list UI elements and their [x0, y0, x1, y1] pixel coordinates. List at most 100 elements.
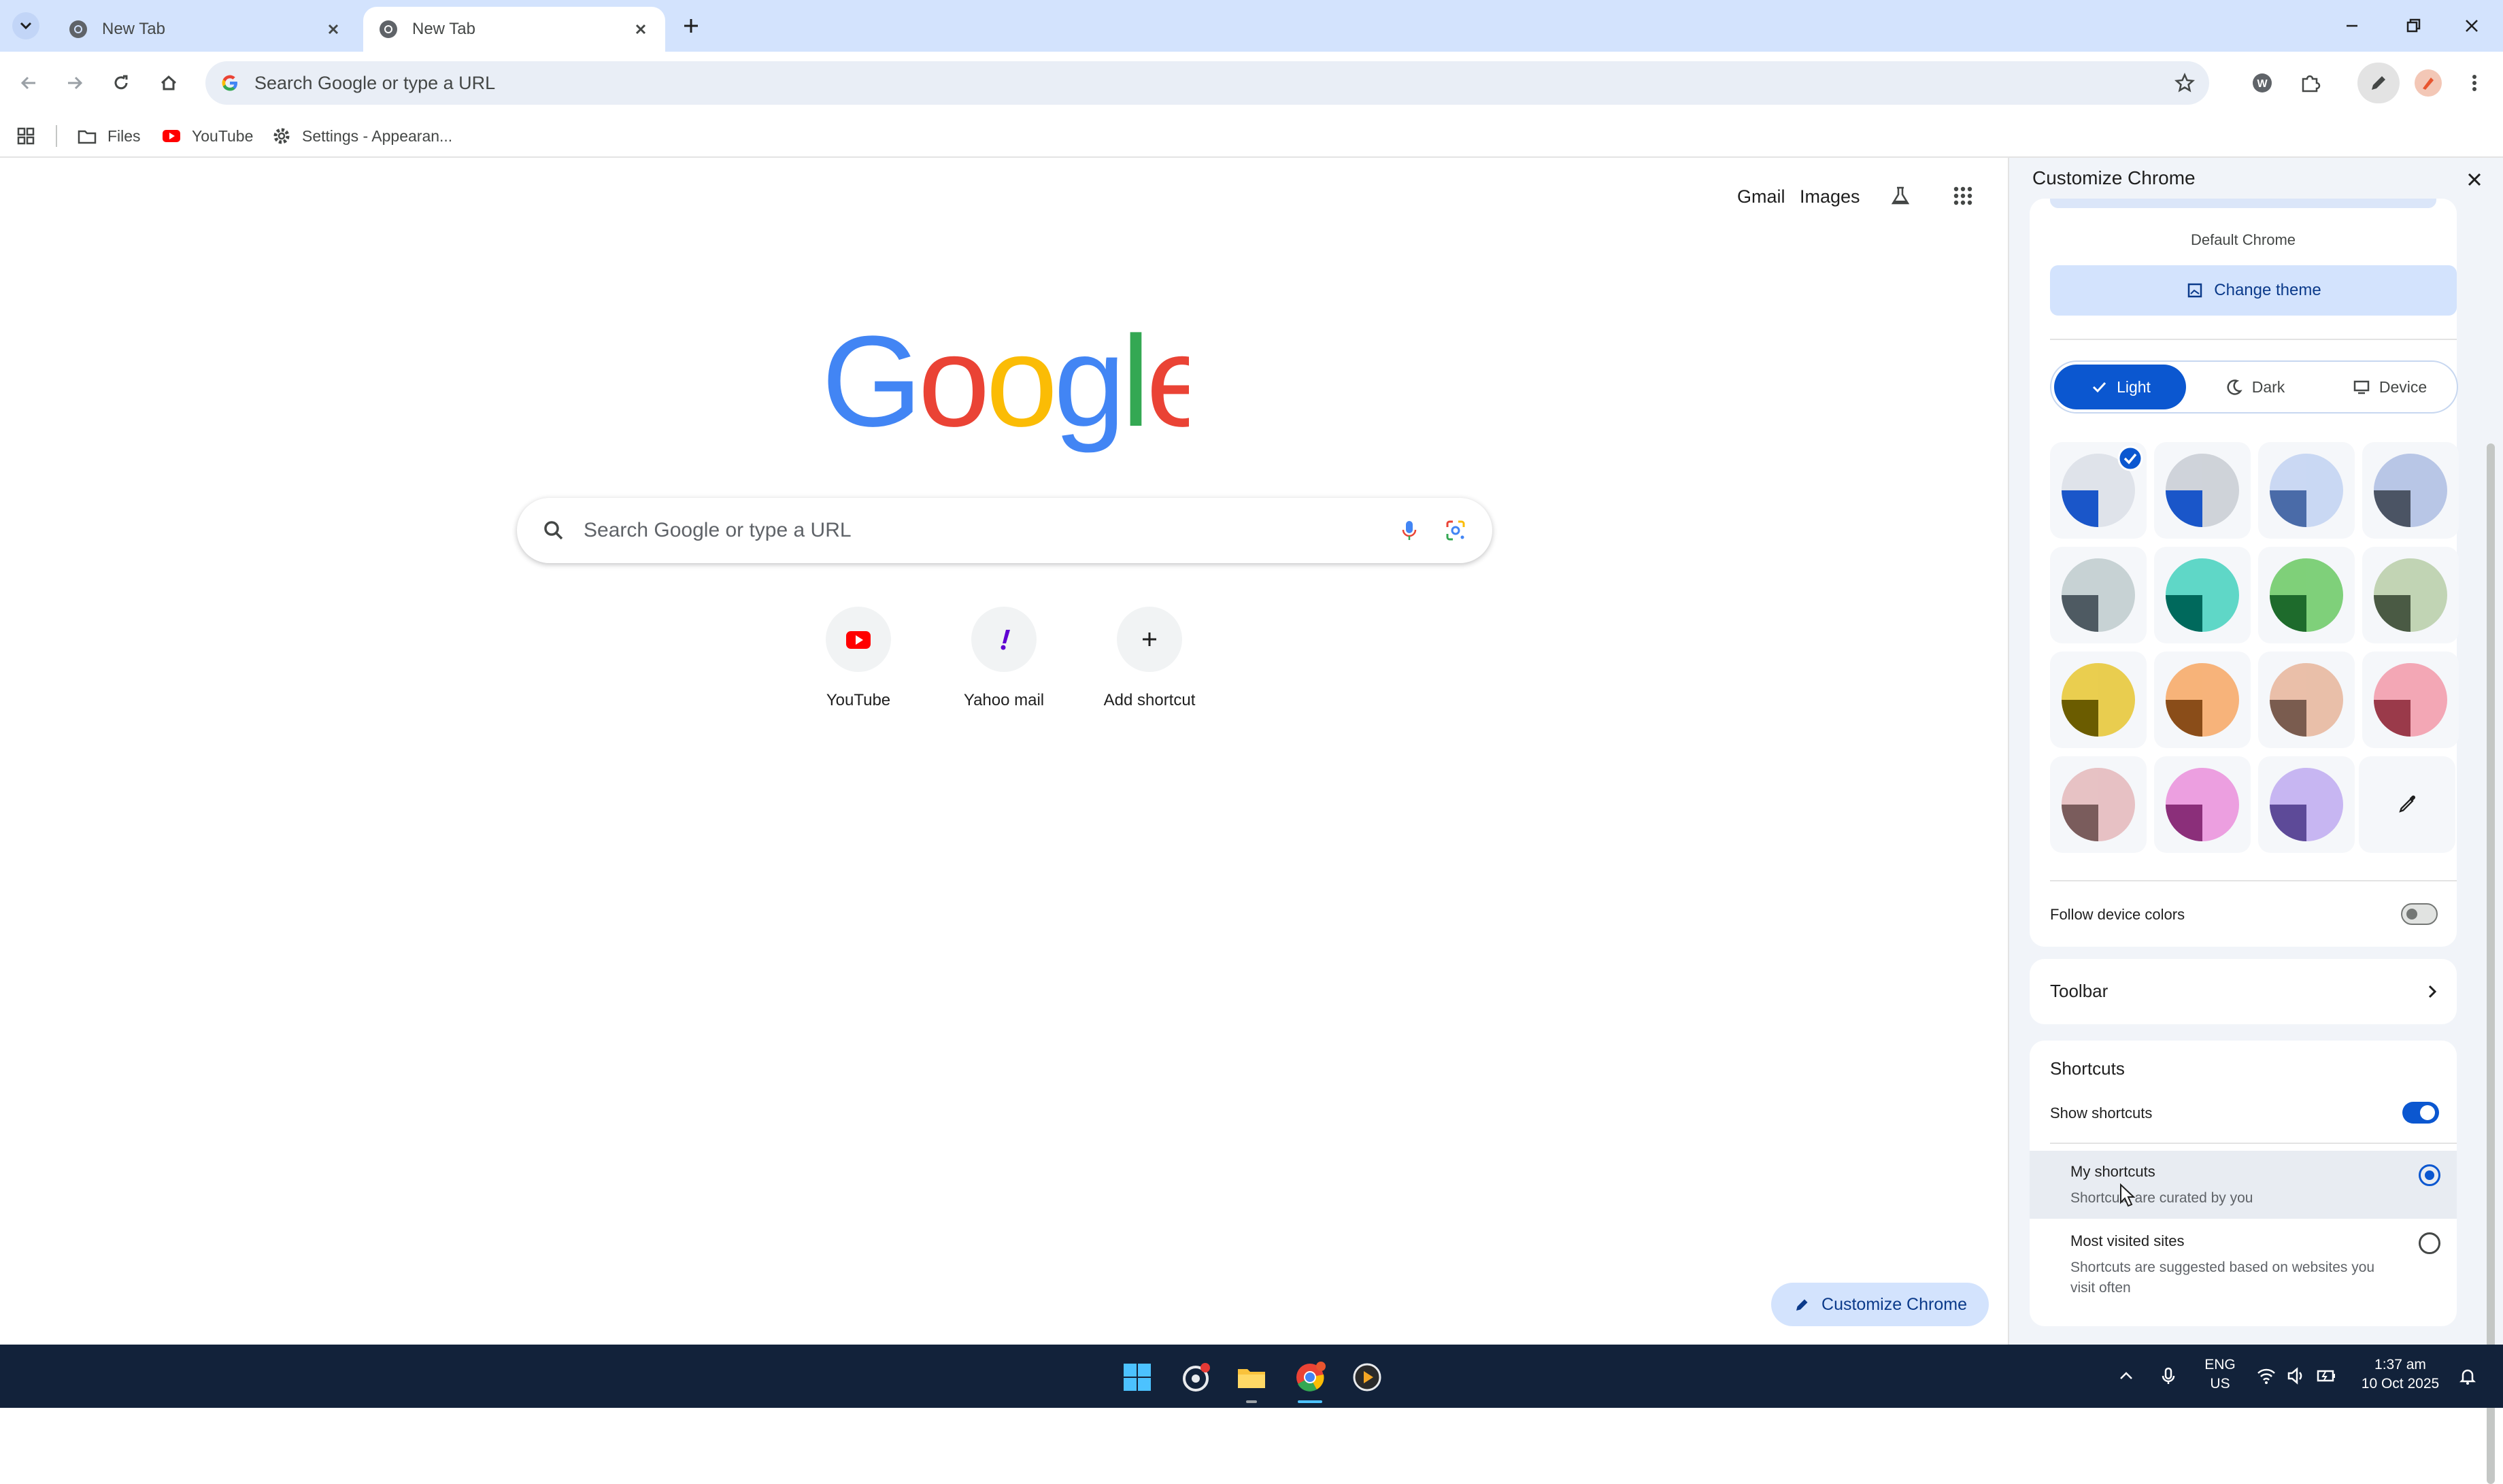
file-explorer-icon[interactable]	[1234, 1360, 1269, 1395]
customize-chrome-button[interactable]: Customize Chrome	[1771, 1283, 1989, 1326]
close-icon[interactable]	[324, 20, 343, 39]
panel-scrollbar[interactable]	[2487, 443, 2495, 1484]
new-tab-plus-icon[interactable]	[677, 12, 705, 39]
kebab-menu-icon[interactable]	[2461, 69, 2488, 97]
eyedropper-icon	[2399, 795, 2416, 813]
color-swatch[interactable]	[2154, 442, 2251, 539]
moon-icon	[2227, 380, 2242, 395]
color-swatch[interactable]	[2258, 442, 2355, 539]
checkmark-icon	[2093, 382, 2106, 393]
divider	[2050, 880, 2457, 881]
windows-start-icon[interactable]	[1120, 1360, 1155, 1395]
copilot-app-icon[interactable]	[1178, 1360, 1213, 1395]
apps-grid-icon[interactable]	[15, 125, 37, 147]
bookmark-settings[interactable]: Settings - Appearan...	[271, 124, 452, 148]
mode-light-button[interactable]: Light	[2054, 365, 2186, 409]
window-close-icon[interactable]	[2458, 12, 2485, 39]
wifi-icon[interactable]	[2255, 1365, 2277, 1387]
shortcut-yahoo-mail[interactable]: Yahoo mail	[936, 607, 1072, 710]
profile-avatar[interactable]	[2415, 69, 2442, 97]
color-swatch[interactable]	[2050, 442, 2147, 539]
svg-text:W: W	[2257, 78, 2268, 90]
google-lens-icon[interactable]	[1443, 518, 1468, 543]
show-shortcuts-toggle[interactable]	[2402, 1102, 2439, 1124]
microphone-icon[interactable]	[1397, 518, 1422, 543]
labs-flask-icon[interactable]	[1887, 182, 1914, 209]
chrome-taskbar-icon[interactable]	[1292, 1360, 1328, 1395]
divider	[2050, 1143, 2457, 1144]
chevron-up-icon[interactable]	[2115, 1365, 2137, 1387]
my-shortcuts-option[interactable]: My shortcuts Shortcuts are curated by yo…	[2030, 1151, 2457, 1219]
tab-search-button[interactable]	[12, 12, 39, 39]
most-visited-radio[interactable]	[2419, 1232, 2440, 1254]
clock[interactable]: 1:37 am 10 Oct 2025	[2353, 1357, 2447, 1392]
address-bar[interactable]: Search Google or type a URL	[205, 61, 2209, 105]
swatch-circle-icon	[2270, 663, 2343, 737]
language-indicator[interactable]: ENG US	[2200, 1357, 2240, 1392]
color-swatch[interactable]	[2050, 756, 2147, 853]
forward-arrow-icon[interactable]	[61, 69, 88, 97]
color-swatch[interactable]	[2154, 756, 2251, 853]
windows-taskbar: ENG US 1:37 am 10 Oct 2025	[0, 1345, 2503, 1408]
color-swatch[interactable]	[2258, 547, 2355, 643]
change-theme-button[interactable]: Change theme	[2050, 265, 2457, 316]
volume-icon[interactable]	[2285, 1365, 2307, 1387]
swatch-circle-icon	[2166, 454, 2239, 527]
follow-device-colors-toggle[interactable]	[2401, 903, 2438, 925]
color-swatch[interactable]	[2362, 652, 2459, 748]
extensions-puzzle-icon[interactable]	[2296, 69, 2323, 97]
restore-icon[interactable]	[2400, 12, 2427, 39]
swatch-circle-icon	[2062, 768, 2135, 841]
shortcut-tile	[971, 607, 1037, 672]
close-icon[interactable]	[2461, 166, 2488, 193]
media-player-icon[interactable]	[1349, 1360, 1385, 1395]
google-apps-icon[interactable]	[1949, 182, 1977, 209]
minimize-icon[interactable]	[2338, 12, 2366, 39]
color-swatch[interactable]	[2154, 547, 2251, 643]
yahoo-icon	[1001, 630, 1010, 650]
mode-dark-button[interactable]: Dark	[2189, 365, 2321, 409]
mode-device-button[interactable]: Device	[2323, 365, 2455, 409]
most-visited-option[interactable]: Most visited sites Shortcuts are suggest…	[2030, 1221, 2457, 1310]
bookmark-star-icon[interactable]	[2171, 69, 2198, 97]
mouse-cursor-icon	[2120, 1183, 2136, 1207]
gmail-link[interactable]: Gmail	[1737, 186, 1785, 207]
color-swatch[interactable]	[2050, 652, 2147, 748]
color-swatch[interactable]	[2362, 442, 2459, 539]
images-link[interactable]: Images	[1800, 186, 1860, 207]
tab-2[interactable]: New Tab	[363, 7, 665, 52]
toolbar-card[interactable]: Toolbar	[2030, 959, 2457, 1024]
chrome-icon	[69, 20, 87, 38]
tab-1[interactable]: New Tab	[53, 7, 358, 52]
bookmark-files[interactable]: Files	[76, 124, 141, 148]
custom-color-swatch[interactable]	[2359, 756, 2455, 853]
microphone-icon[interactable]	[2157, 1365, 2179, 1387]
color-swatch[interactable]	[2362, 547, 2459, 643]
swatch-circle-icon	[2270, 454, 2343, 527]
customize-pen-button[interactable]	[2357, 63, 2400, 103]
add-shortcut[interactable]: Add shortcut	[1081, 607, 1217, 710]
color-swatch[interactable]	[2258, 756, 2355, 853]
notification-bell-icon[interactable]	[2457, 1365, 2479, 1387]
svg-text:Google: Google	[822, 324, 1189, 453]
keyboard-layout: US	[2210, 1376, 2230, 1392]
color-swatch[interactable]	[2154, 652, 2251, 748]
swatch-circle-icon	[2166, 663, 2239, 737]
back-arrow-icon[interactable]	[15, 69, 42, 97]
theme-preview-edge	[2050, 199, 2436, 208]
bookmark-youtube[interactable]: YouTube	[161, 124, 253, 148]
close-icon[interactable]	[631, 20, 650, 39]
color-swatch[interactable]	[2258, 652, 2355, 748]
home-icon[interactable]	[155, 69, 182, 97]
pencil-icon	[1796, 1299, 1808, 1311]
ntp-search-box[interactable]: Search Google or type a URL	[517, 498, 1492, 563]
battery-icon[interactable]	[2315, 1365, 2337, 1387]
active-indicator	[1298, 1400, 1322, 1403]
reload-icon[interactable]	[107, 69, 135, 97]
color-swatch[interactable]	[2050, 547, 2147, 643]
shortcut-youtube[interactable]: YouTube	[790, 607, 926, 710]
search-placeholder: Search Google or type a URL	[584, 519, 852, 541]
my-shortcuts-radio[interactable]	[2419, 1164, 2440, 1186]
extension-w-icon[interactable]: W	[2249, 69, 2276, 97]
customize-chrome-panel: Customize Chrome Default Chrome Change t…	[2008, 158, 2503, 1484]
